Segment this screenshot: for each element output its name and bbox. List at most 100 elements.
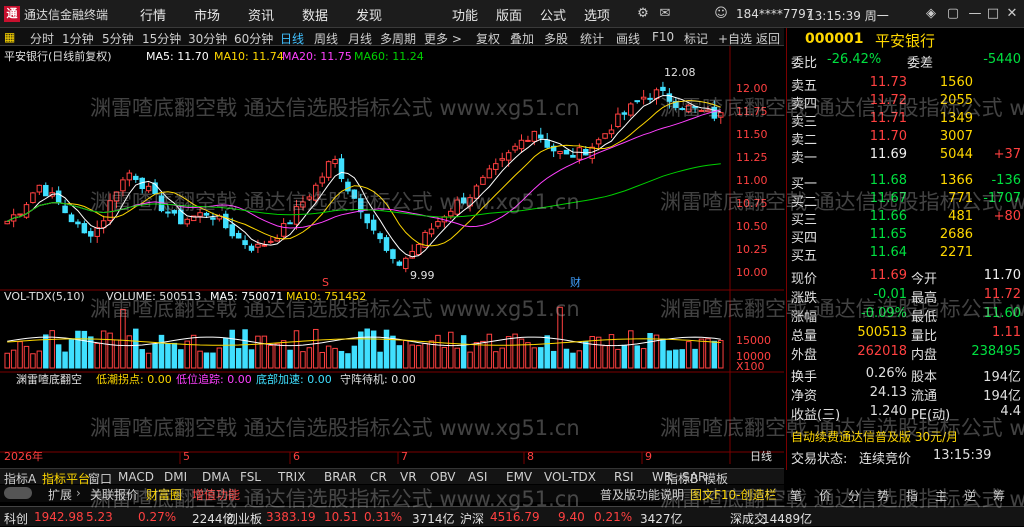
side-tab[interactable]: 势	[877, 487, 889, 504]
menu-faxian[interactable]: 发现	[356, 5, 382, 24]
volume-bar	[692, 348, 698, 369]
tb-tongji[interactable]: 统计	[580, 30, 604, 47]
tb-f10[interactable]: F10	[652, 30, 674, 44]
user-id[interactable]: 184****7797	[736, 7, 813, 21]
side-tab[interactable]: 价	[819, 487, 831, 504]
candle	[685, 104, 692, 114]
candle	[113, 191, 120, 209]
menu-xuanxiang[interactable]: 选项	[584, 5, 610, 24]
candle	[493, 158, 499, 176]
kline-chart-area[interactable]: 平安银行(日线前复权) MA5: 11.70 MA10: 11.74 MA20: 11…	[0, 46, 784, 464]
order-volume: 2055	[939, 93, 973, 108]
tb-multi-period[interactable]: 多周期	[380, 30, 416, 47]
trade-state: 连续竞价	[859, 452, 912, 467]
indicator-tab[interactable]: MACD	[118, 470, 154, 484]
volume-bar	[666, 350, 673, 369]
grid-icon[interactable]: ▦	[4, 30, 15, 44]
indicator-tab[interactable]: DMI	[164, 470, 187, 484]
tb-15min[interactable]: 15分钟	[142, 30, 181, 47]
fullscreen-icon[interactable]: ▢	[944, 5, 962, 23]
menu-shichang[interactable]: 市场	[194, 5, 220, 24]
indicator-tab[interactable]: VOL-TDX	[544, 470, 596, 484]
order-change: -136	[991, 173, 1021, 188]
close-icon[interactable]: ✕	[1003, 5, 1021, 23]
indicator-tab[interactable]: VR	[400, 470, 417, 484]
tb-biaoji[interactable]: 标记	[684, 30, 708, 47]
price-tick: 11.50	[736, 128, 768, 141]
indicator-tab[interactable]: FSL	[240, 470, 261, 484]
volume-bar	[36, 350, 43, 369]
minimize-icon[interactable]: —	[966, 5, 984, 23]
stat-label: PE(动)	[911, 408, 951, 423]
chart-header: 平安银行(日线前复权)	[4, 49, 112, 63]
expand-button[interactable]: 扩展	[48, 486, 72, 503]
link-zengzhi[interactable]: 增值功能	[192, 486, 240, 503]
user-icon[interactable]: ☺	[712, 5, 730, 23]
volume-bar	[499, 347, 505, 369]
volume-bar	[248, 349, 255, 369]
tb-back[interactable]: 返回	[756, 30, 780, 47]
tb-fenshi[interactable]: 分时	[30, 30, 54, 47]
tb-add-favorite[interactable]: +自选	[718, 30, 752, 47]
indicator-tab[interactable]: BRAR	[324, 470, 357, 484]
indicator-tab[interactable]: EMV	[506, 470, 532, 484]
indicator-tab[interactable]: DMA	[202, 470, 230, 484]
tb-duogu[interactable]: 多股	[544, 30, 568, 47]
tb-60min[interactable]: 60分钟	[234, 30, 273, 47]
side-tab[interactable]: 笔	[790, 487, 802, 504]
message-icon[interactable]: ✉	[656, 5, 674, 23]
tb-daily[interactable]: 日线	[280, 30, 304, 47]
candle	[197, 208, 203, 223]
menu-shuju[interactable]: 数据	[302, 5, 328, 24]
promo-link[interactable]: 自动续费通达信普及版 30元/月	[791, 428, 958, 445]
volume-bar	[184, 340, 190, 369]
index-value: 4516.79	[490, 510, 540, 524]
tb-monthly[interactable]: 月线	[348, 30, 372, 47]
link-caifuquan[interactable]: 财富圈	[146, 486, 182, 503]
tb-huaxian[interactable]: 画线	[616, 30, 640, 47]
tb-fuquan[interactable]: 复权	[476, 30, 500, 47]
volume-bar	[718, 340, 724, 369]
volume-bar	[133, 328, 139, 369]
side-tab[interactable]: 分	[848, 487, 860, 504]
candle	[615, 107, 621, 129]
chevron-right-icon: ›	[76, 486, 81, 500]
stat-label: 内盘	[911, 348, 938, 363]
tb-5min[interactable]: 5分钟	[102, 30, 134, 47]
tb-weekly[interactable]: 周线	[314, 30, 338, 47]
menu-hangqing[interactable]: 行情	[140, 5, 166, 24]
indicator-tab[interactable]: RSI	[614, 470, 634, 484]
link-help[interactable]: 普及版功能说明	[600, 486, 684, 503]
menu-gongshi[interactable]: 公式	[540, 5, 566, 24]
tb-more[interactable]: 更多 >	[424, 30, 462, 47]
volume-bar	[68, 338, 75, 369]
link-f10[interactable]: 图文F10-创造栏	[690, 486, 777, 503]
side-tab[interactable]: 筹	[993, 487, 1005, 504]
candle	[145, 182, 152, 194]
volume-bar	[460, 335, 467, 369]
link-guanlian[interactable]: 关联报价	[90, 486, 138, 503]
tb-diejia[interactable]: 叠加	[510, 30, 534, 47]
side-tab[interactable]: 指	[906, 487, 918, 504]
stock-name: 平安银行	[875, 32, 936, 50]
side-tab[interactable]: 逆	[964, 487, 976, 504]
tb-1min[interactable]: 1分钟	[62, 30, 94, 47]
indicator-tab[interactable]: CR	[370, 470, 387, 484]
menu-banmian[interactable]: 版面	[496, 5, 522, 24]
gear-icon[interactable]: ⚙	[634, 5, 652, 23]
toggle-switch[interactable]	[4, 487, 32, 499]
month-label: 9	[645, 450, 652, 463]
weibi-value: -26.42%	[827, 52, 882, 67]
tb-30min[interactable]: 30分钟	[188, 30, 227, 47]
side-tab[interactable]: 主	[935, 487, 947, 504]
stat-value: 11.70	[983, 268, 1021, 283]
candle	[133, 173, 139, 183]
indicator-tab[interactable]: OBV	[430, 470, 456, 484]
indicator-tab[interactable]: TRIX	[278, 470, 305, 484]
maximize-icon[interactable]: □	[984, 5, 1002, 23]
candle	[460, 192, 467, 205]
menu-zixun[interactable]: 资讯	[248, 5, 274, 24]
skin-icon[interactable]: ◈	[922, 5, 940, 23]
indicator-tab[interactable]: ASI	[468, 470, 487, 484]
menu-gongneng[interactable]: 功能	[452, 5, 478, 24]
